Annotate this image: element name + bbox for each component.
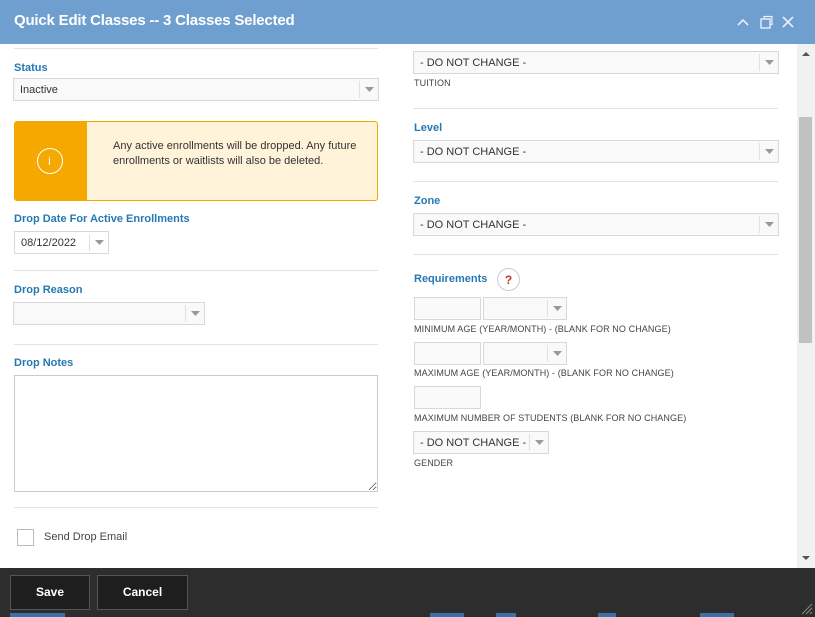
- divider: [14, 270, 378, 271]
- max-students-input[interactable]: [414, 386, 481, 409]
- gender-caption: GENDER: [414, 458, 453, 468]
- status-value: Inactive: [20, 84, 58, 96]
- save-button[interactable]: Save: [10, 575, 90, 610]
- drop-reason-select[interactable]: [13, 302, 205, 325]
- divider: [14, 344, 378, 345]
- drop-reason-label: Drop Reason: [14, 284, 82, 296]
- close-icon[interactable]: [780, 14, 796, 30]
- max-age-years-input[interactable]: [414, 342, 481, 365]
- send-drop-email-checkbox[interactable]: [17, 529, 34, 546]
- resize-grip-icon[interactable]: [800, 602, 813, 615]
- drop-date-value: 08/12/2022: [21, 237, 76, 249]
- drop-notes-textarea[interactable]: [14, 375, 378, 492]
- chevron-down-icon: [359, 81, 378, 98]
- chevron-down-icon: [529, 434, 548, 451]
- scroll-down-icon[interactable]: [798, 551, 814, 565]
- zone-value: - DO NOT CHANGE -: [420, 219, 526, 231]
- gender-value: - DO NOT CHANGE -: [420, 437, 526, 449]
- max-students-caption: MAXIMUM NUMBER OF STUDENTS (BLANK FOR NO…: [414, 413, 686, 423]
- tuition-value: - DO NOT CHANGE -: [420, 57, 526, 69]
- scroll-up-icon[interactable]: [798, 47, 814, 61]
- chevron-down-icon: [759, 216, 778, 233]
- divider: [14, 507, 378, 508]
- chevron-down-icon: [547, 345, 566, 362]
- info-icon: i: [37, 148, 63, 174]
- chevron-down-icon[interactable]: [89, 234, 108, 251]
- min-age-years-input[interactable]: [414, 297, 481, 320]
- maximize-icon[interactable]: [758, 14, 774, 30]
- requirements-label: Requirements: [414, 273, 487, 285]
- send-drop-email-label[interactable]: Send Drop Email: [44, 531, 127, 543]
- tuition-caption: TUITION: [414, 78, 451, 88]
- tuition-select[interactable]: - DO NOT CHANGE -: [413, 51, 779, 74]
- divider: [413, 181, 778, 182]
- chevron-down-icon: [547, 300, 566, 317]
- taskbar-strip: [598, 613, 616, 617]
- level-select[interactable]: - DO NOT CHANGE -: [413, 140, 779, 163]
- dialog-footer: Save Cancel: [0, 568, 815, 617]
- warning-sidebar: i: [15, 122, 87, 201]
- min-age-months-select[interactable]: [483, 297, 567, 320]
- dialog-body: Status Inactive i Any active enrollments…: [0, 44, 815, 568]
- zone-label: Zone: [414, 195, 440, 207]
- drop-date-picker[interactable]: 08/12/2022: [14, 231, 109, 254]
- level-label: Level: [414, 122, 442, 134]
- status-label: Status: [14, 62, 48, 74]
- level-value: - DO NOT CHANGE -: [420, 146, 526, 158]
- warning-text: Any active enrollments will be dropped. …: [113, 139, 363, 168]
- max-age-months-select[interactable]: [483, 342, 567, 365]
- max-age-caption: MAXIMUM AGE (YEAR/MONTH) - (BLANK FOR NO…: [414, 368, 674, 378]
- taskbar-strip: [496, 613, 516, 617]
- drop-warning-alert: i Any active enrollments will be dropped…: [14, 121, 378, 201]
- status-select[interactable]: Inactive: [13, 78, 379, 101]
- help-icon[interactable]: ?: [497, 268, 520, 291]
- taskbar-strip: [430, 613, 464, 617]
- chevron-down-icon: [185, 305, 204, 322]
- cancel-button[interactable]: Cancel: [97, 575, 188, 610]
- dialog-titlebar: Quick Edit Classes -- 3 Classes Selected: [0, 0, 815, 44]
- scrollbar-thumb[interactable]: [799, 117, 812, 343]
- dialog-title: Quick Edit Classes -- 3 Classes Selected: [14, 12, 294, 29]
- drop-notes-label: Drop Notes: [14, 357, 73, 369]
- taskbar-strip: [700, 613, 734, 617]
- gender-select[interactable]: - DO NOT CHANGE -: [413, 431, 549, 454]
- chevron-down-icon: [759, 54, 778, 71]
- min-age-caption: MINIMUM AGE (YEAR/MONTH) - (BLANK FOR NO…: [414, 324, 671, 334]
- taskbar-strip: [10, 613, 65, 617]
- divider: [413, 108, 778, 109]
- collapse-icon[interactable]: [735, 14, 751, 30]
- zone-select[interactable]: - DO NOT CHANGE -: [413, 213, 779, 236]
- drop-date-label: Drop Date For Active Enrollments: [14, 213, 190, 225]
- chevron-down-icon: [759, 143, 778, 160]
- divider: [14, 48, 378, 49]
- divider: [413, 254, 778, 255]
